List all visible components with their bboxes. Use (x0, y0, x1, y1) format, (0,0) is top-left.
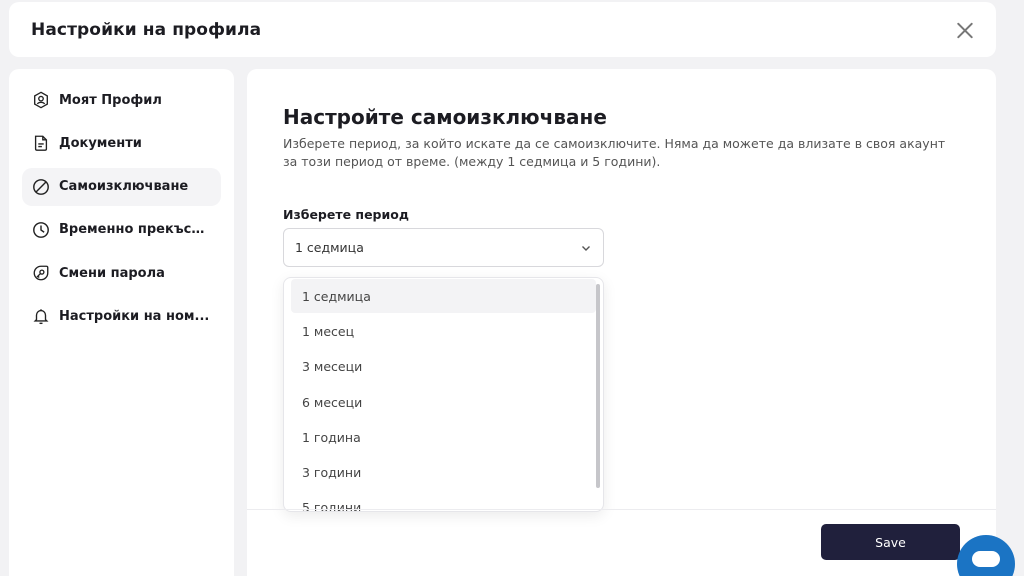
dropdown-option[interactable]: 1 година (291, 420, 596, 454)
user-icon (34, 91, 48, 109)
key-icon (33, 265, 49, 281)
footer-divider (247, 509, 996, 510)
sidebar-item-time-out[interactable]: Временно прекъсв... (22, 211, 221, 249)
section-title: Настройте самоизключване (283, 105, 607, 129)
sidebar-item-self-exclusion[interactable]: Самоизключване (22, 167, 221, 206)
sidebar-item-label: Настройки на ном... (59, 308, 210, 324)
period-select-value: 1 седмица (295, 240, 364, 255)
self-exclusion-panel: Настройте самоизключване Изберете период… (247, 69, 996, 576)
sidebar-item-label: Смени парола (59, 265, 165, 281)
dropdown-option[interactable]: 1 месец (291, 314, 596, 348)
dropdown-option[interactable]: 1 седмица (291, 279, 596, 313)
scrollbar-thumb[interactable] (596, 284, 600, 488)
sidebar-item-notifications[interactable]: Настройки на ном... (22, 297, 221, 335)
sidebar-item-profile[interactable]: Моят Профил (22, 81, 221, 119)
dropdown-option[interactable]: 3 месеци (291, 349, 596, 383)
dropdown-scrollbar[interactable] (596, 284, 600, 506)
chat-icon (972, 551, 1000, 567)
block-icon (33, 178, 49, 195)
period-dropdown: 1 седмица 1 месец 3 месеци 6 месеци 1 го… (283, 277, 604, 512)
chevron-down-icon (582, 245, 590, 251)
page-title: Настройки на профила (31, 19, 262, 40)
period-label: Изберете период (283, 207, 409, 222)
sidebar-item-documents[interactable]: Документи (22, 124, 221, 162)
clock-icon (33, 221, 49, 238)
settings-sidebar: Моят Профил Документи Самоизключване Вре… (9, 69, 234, 576)
sidebar-item-label: Моят Профил (59, 92, 162, 108)
save-button[interactable]: Save (821, 524, 960, 560)
sidebar-item-change-password[interactable]: Смени парола (22, 254, 221, 292)
sidebar-item-label: Самоизключване (59, 179, 189, 195)
period-select[interactable]: 1 седмица (283, 228, 604, 267)
settings-header: Настройки на профила (9, 2, 996, 57)
sidebar-item-label: Временно прекъсв... (59, 222, 211, 238)
sidebar-item-label: Документи (59, 135, 142, 151)
dropdown-option[interactable]: 6 месеци (291, 385, 596, 419)
bell-icon (33, 309, 49, 325)
document-icon (34, 135, 48, 152)
dropdown-option[interactable]: 3 години (291, 455, 596, 489)
close-icon[interactable] (956, 21, 974, 39)
section-description: Изберете период, за който искате да се с… (283, 136, 946, 169)
